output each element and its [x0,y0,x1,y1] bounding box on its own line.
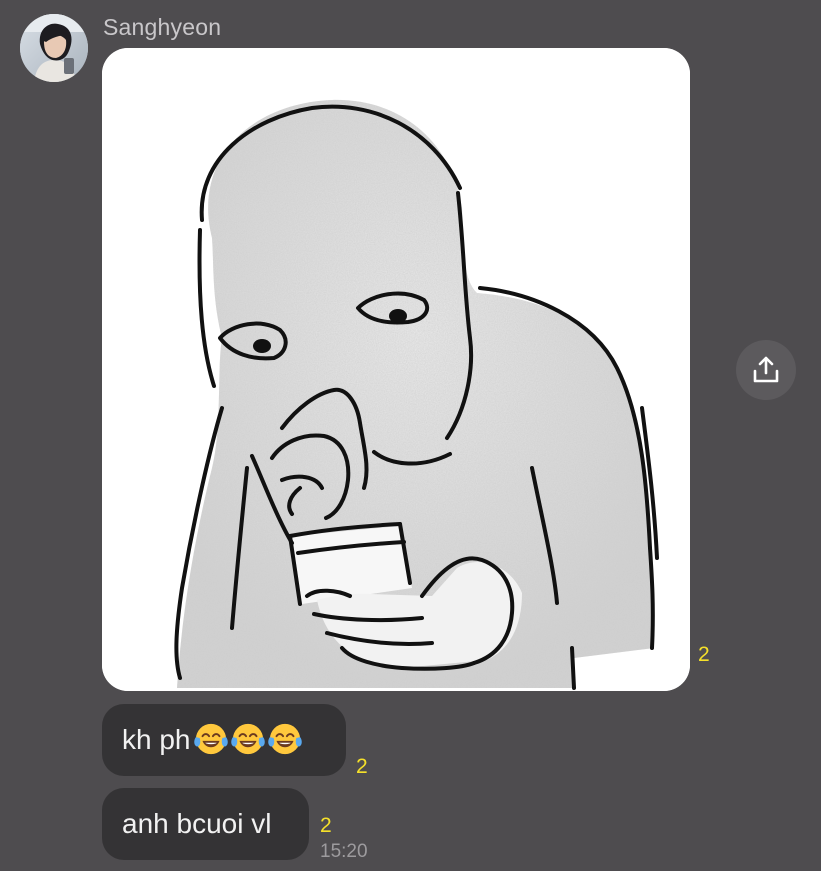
text-message[interactable]: anh bcuoi vl [102,788,309,860]
message-text: kh ph [122,724,191,755]
message-text: anh bcuoi vl [122,808,272,839]
share-button[interactable] [736,340,796,400]
avatar-photo-icon [20,14,88,82]
text-message[interactable]: kh ph [102,704,346,776]
image-read-count: 2 [698,643,710,666]
chat-thread: Sanghyeon 2 kh ph 2 anh bcuoi vl 2 15:20 [0,0,821,871]
face-with-tears-of-joy-icon [267,723,302,755]
image-message[interactable] [102,48,690,691]
sender-name: Sanghyeon [103,14,222,40]
meme-drawing [102,48,690,691]
message-timestamp: 15:20 [320,841,368,862]
sender-avatar[interactable] [20,14,88,82]
message-read-count: 2 [356,755,368,778]
share-upload-icon [753,356,779,383]
face-with-tears-of-joy-icon [193,723,228,755]
face-with-tears-of-joy-icon [230,723,265,755]
message-read-count: 2 [320,814,332,837]
